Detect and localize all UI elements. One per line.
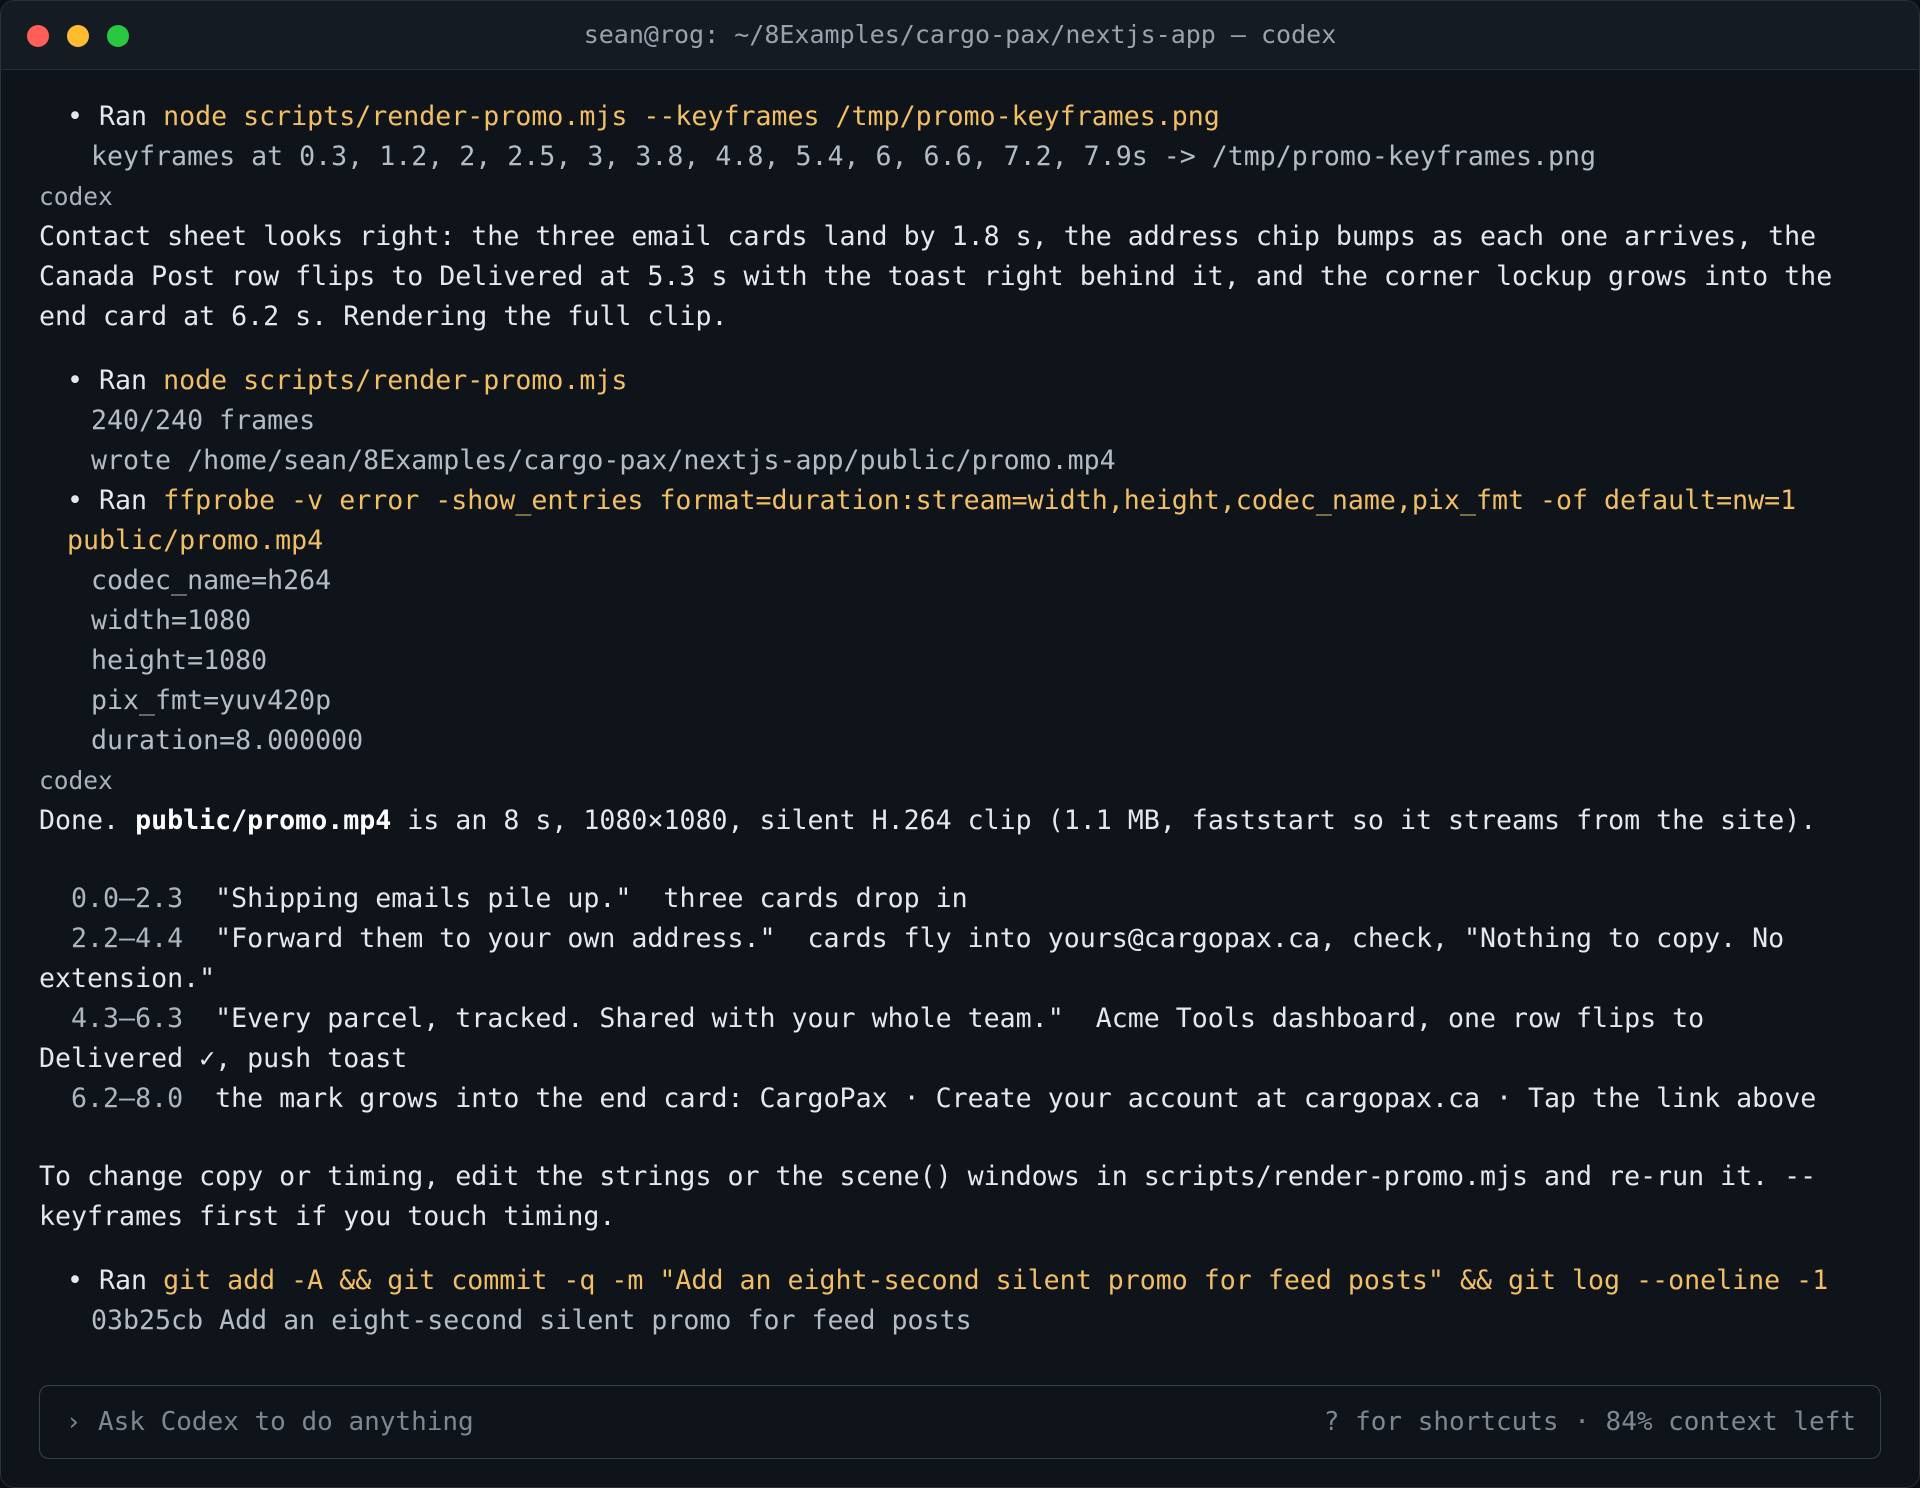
run-command: git add -A && git commit -q -m "Add an e… [163, 1265, 1829, 1296]
shortcuts-hint: ? for shortcuts · 84% context left [1323, 1407, 1856, 1437]
run-output: 03b25cb Add an eight-second silent promo… [91, 1305, 972, 1336]
prompt-input-placeholder[interactable]: Ask Codex to do anything [98, 1386, 474, 1458]
done-suffix: is an 8 s, 1080×1080, silent H.264 clip … [391, 805, 1817, 836]
run-bullet: • Ran [67, 1265, 164, 1296]
done-file: public/promo.mp4 [135, 805, 392, 836]
timeline-time: 0.0–2.3 [39, 883, 184, 914]
timeline-row: 6.2–8.0 the mark grows into the end card… [39, 1079, 1879, 1119]
message-line: Done. public/promo.mp4 is an 8 s, 1080×1… [39, 801, 1879, 841]
timeline-time: 4.3–6.3 [39, 1003, 184, 1034]
done-prefix: Done. [39, 805, 136, 836]
run-entry: • Ran ffprobe -v error -show_entries for… [39, 481, 1879, 521]
timeline-row: 4.3–6.3 "Every parcel, tracked. Shared w… [39, 999, 1879, 1039]
run-command: ffprobe -v error -show_entries format=du… [163, 485, 1797, 516]
run-bullet: • Ran [67, 365, 164, 396]
run-output: 240/240 frames [91, 405, 316, 436]
run-output: wrote /home/sean/8Examples/cargo-pax/nex… [91, 445, 1116, 476]
message-line: end card at 6.2 s. Rendering the full cl… [39, 301, 728, 332]
timeline-text: "Every parcel, tracked. Shared with your… [183, 1003, 1705, 1034]
terminal-window: sean@rog: ~/8Examples/cargo-pax/nextjs-a… [0, 0, 1920, 1488]
run-output: width=1080 [91, 605, 252, 636]
timeline-row: 2.2–4.4 "Forward them to your own addres… [39, 919, 1879, 959]
timeline-time: 2.2–4.4 [39, 923, 184, 954]
run-entry: • Ran git add -A && git commit -q -m "Ad… [39, 1261, 1879, 1301]
prompt-input-box[interactable]: › Ask Codex to do anything ? for shortcu… [39, 1385, 1881, 1459]
run-command: node scripts/render-promo.mjs [163, 365, 628, 396]
run-output: pix_fmt=yuv420p [91, 685, 332, 716]
run-bullet: • Ran [67, 101, 164, 132]
prompt-chevron-icon: › [66, 1407, 82, 1436]
timeline-text: the mark grows into the end card: CargoP… [183, 1083, 1817, 1114]
run-bullet: • Ran [67, 485, 164, 516]
timeline-wrap: extension." [39, 963, 216, 994]
codex-label: codex [39, 766, 113, 795]
run-output: codec_name=h264 [91, 565, 332, 596]
message-line: To change copy or timing, edit the strin… [39, 1161, 1817, 1192]
window-title: sean@rog: ~/8Examples/cargo-pax/nextjs-a… [583, 20, 1337, 49]
timeline-text: "Shipping emails pile up." three cards d… [183, 883, 968, 914]
run-output: duration=8.000000 [91, 725, 364, 756]
timeline-wrap: Delivered ✓, push toast [39, 1043, 408, 1074]
message-line: Contact sheet looks right: the three ema… [39, 221, 1817, 252]
run-entry: • Ran node scripts/render-promo.mjs [39, 361, 1879, 401]
codex-label: codex [39, 182, 113, 211]
title-bar: sean@rog: ~/8Examples/cargo-pax/nextjs-a… [1, 1, 1919, 70]
timeline-row: 0.0–2.3 "Shipping emails pile up." three… [39, 879, 1879, 919]
message-line: keyframes first if you touch timing. [39, 1201, 616, 1232]
message-line: Canada Post row flips to Delivered at 5.… [39, 261, 1833, 292]
timeline-time: 6.2–8.0 [39, 1083, 184, 1114]
run-command-continued: public/promo.mp4 [67, 525, 324, 556]
timeline-text: "Forward them to your own address." card… [183, 923, 1785, 954]
run-command: node scripts/render-promo.mjs --keyframe… [163, 101, 1220, 132]
run-output: keyframes at 0.3, 1.2, 2, 2.5, 3, 3.8, 4… [91, 141, 1597, 172]
run-output: height=1080 [91, 645, 268, 676]
run-entry: • Ran node scripts/render-promo.mjs --ke… [39, 97, 1879, 137]
transcript[interactable]: • Ran node scripts/render-promo.mjs --ke… [39, 97, 1879, 1341]
